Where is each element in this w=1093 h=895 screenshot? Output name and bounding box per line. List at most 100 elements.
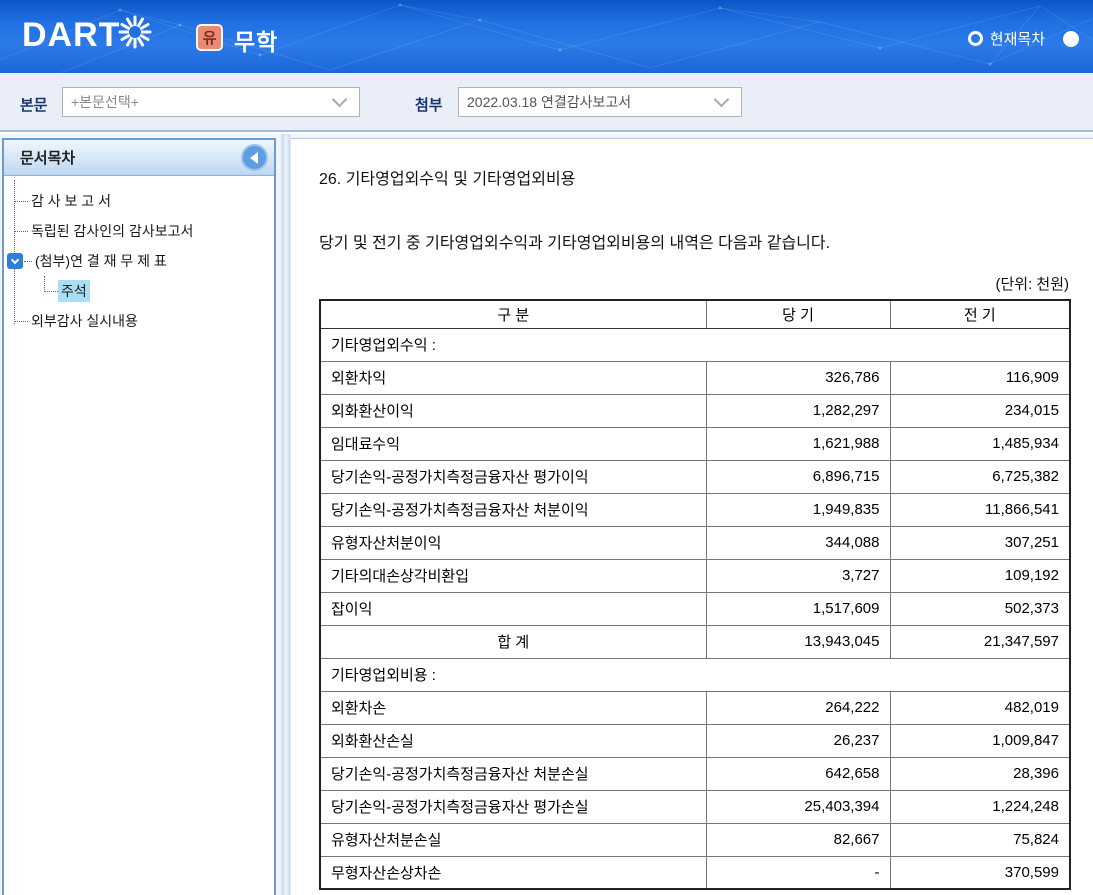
dart-logo[interactable]: DART: [22, 15, 154, 55]
previous-period-value-cell: 502,373: [889, 591, 1071, 626]
previous-period-value-cell: 307,251: [889, 525, 1071, 560]
row-label-cell: 외화환산손실: [319, 723, 707, 758]
dart-logo-text: DART: [22, 16, 121, 54]
table-row: 기타영업외수익 :: [319, 327, 1071, 362]
current-period-value-cell: 26,237: [705, 723, 891, 758]
header-mesh-pattern: [0, 3, 1093, 73]
table-row: 당기손익-공정가치측정금융자산 평가이익 6,896,715 6,725,382: [319, 459, 1071, 494]
toc-tree: 감 사 보 고 서독립된 감사인의 감사보고서 (첨부)연 결 재 무 제 표주석…: [4, 176, 274, 336]
row-label-cell: 무형자산손상차손: [319, 855, 707, 890]
body-select-value: +본문선택+: [71, 94, 139, 110]
previous-period-value-cell: 1,224,248: [889, 789, 1071, 824]
table-row: 외환차익 326,786 116,909: [319, 360, 1071, 395]
current-period-value-cell: 82,667: [705, 822, 891, 857]
section-description: 당기 및 전기 중 기타영업외수익과 기타영업외비용의 내역은 다음과 같습니다…: [319, 235, 831, 252]
table-row: 잡이익 1,517,609 502,373: [319, 591, 1071, 626]
current-period-value-cell: 642,658: [705, 756, 891, 791]
column-header: 당 기: [705, 299, 891, 329]
financial-table: 구 분당 기전 기 기타영업외수익 : 외환차익 326,786 116,909 외화환…: [319, 299, 1071, 890]
previous-period-value-cell: 1,009,847: [889, 723, 1071, 758]
row-label-cell: 당기손익-공정가치측정금융자산 처분손실: [319, 756, 707, 791]
current-period-value-cell: 1,517,609: [705, 591, 891, 626]
table-body: 기타영업외수익 : 외환차익 326,786 116,909 외화환산이익 1,282,2…: [319, 327, 1071, 890]
table-row: 외화환산이익 1,282,297 234,015: [319, 393, 1071, 428]
app-header: DART 유 무학 현재목차: [0, 0, 1093, 73]
sidebar-header: 문서목차: [4, 140, 274, 176]
tree-branch-stub: [15, 230, 28, 232]
document-toolbar: 본문 +본문선택+ 첨부 2022.03.18 연결감사보고서: [0, 73, 1093, 132]
row-label-cell: 임대료수익: [319, 426, 707, 461]
table-row: 무형자산손상차손 -370,599: [319, 855, 1071, 890]
dart-viewer-page: DART 유 무학 현재목차 본문 +본문선택+ 첨부 2022.03.18 연…: [0, 0, 1093, 895]
row-label-cell: 외환차익: [319, 360, 707, 395]
previous-period-value-cell: 482,019: [889, 690, 1071, 725]
row-label-cell: 외환차손: [319, 690, 707, 725]
previous-period-value-cell: 370,599: [889, 855, 1071, 890]
full-toc-radio[interactable]: [1063, 30, 1079, 47]
table-row: 당기손익-공정가치측정금융자산 처분이익 1,949,835 11,866,541: [319, 492, 1071, 527]
expand-collapse-icon[interactable]: [7, 253, 23, 269]
current-period-value-cell: 1,621,988: [705, 426, 891, 461]
workspace: 문서목차 감 사 보 고 서독립된 감사인의 감사보고서 (첨부)연 결 재 무 …: [0, 134, 1093, 895]
table-row: 외환차손 264,222 482,019: [319, 690, 1071, 725]
toc-item-label[interactable]: 독립된 감사인의 감사보고서: [28, 220, 196, 242]
column-header: 전 기: [889, 299, 1071, 329]
previous-period-value-cell: 1,485,934: [889, 426, 1071, 461]
current-toc-radio[interactable]: [967, 31, 983, 46]
toc-radio-group: 현재목차: [967, 28, 1079, 49]
current-period-value-cell: 3,727: [705, 558, 891, 593]
previous-period-value-cell: 21,347,597: [889, 624, 1071, 659]
market-type-badge: 유: [196, 24, 223, 51]
row-label-cell: 당기손익-공정가치측정금융자산 평가이익: [319, 459, 707, 494]
document-body: 26. 기타영업외수익 및 기타영업외비용 당기 및 전기 중 기타영업외수익과…: [291, 165, 1093, 890]
table-header-row: 구 분당 기전 기: [319, 299, 1071, 329]
tree-branch-stub: [15, 200, 28, 202]
table-row: 임대료수익 1,621,988 1,485,934: [319, 426, 1071, 461]
panel-splitter[interactable]: [280, 134, 291, 895]
body-select-dropdown[interactable]: +본문선택+: [62, 87, 360, 117]
toc-item-label[interactable]: 주석: [58, 280, 90, 302]
table-header: 구 분당 기전 기: [319, 299, 1071, 329]
toc-item-label[interactable]: 외부감사 실시내용: [28, 310, 141, 332]
body-select-label: 본문: [20, 97, 48, 114]
toc-item-label[interactable]: 감 사 보 고 서: [28, 190, 114, 212]
row-label-cell: 당기손익-공정가치측정금융자산 처분이익: [319, 492, 707, 527]
table-row: 외화환산손실 26,237 1,009,847: [319, 723, 1071, 758]
toc-tree-item: (첨부)연 결 재 무 제 표: [4, 246, 274, 276]
row-label-cell: 당기손익-공정가치측정금융자산 평가손실: [319, 789, 707, 824]
previous-period-value-cell: 6,725,382: [889, 459, 1071, 494]
current-period-value-cell: 1,282,297: [705, 393, 891, 428]
toc-item-label[interactable]: (첨부)연 결 재 무 제 표: [32, 250, 170, 272]
table-row: 유형자산처분이익 344,088 307,251: [319, 525, 1071, 560]
previous-period-value-cell: 28,396: [889, 756, 1071, 791]
tree-branch-stub: [15, 320, 28, 322]
unit-note: (단위: 천원): [995, 276, 1069, 293]
current-period-value-cell: 6,896,715: [705, 459, 891, 494]
section-title: 26. 기타영업외수익 및 기타영업외비용: [319, 171, 576, 188]
company-name: 무학: [234, 29, 279, 55]
table-row: 당기손익-공정가치측정금융자산 처분손실 642,658 28,396: [319, 756, 1071, 791]
row-label-cell: 외화환산이익: [319, 393, 707, 428]
document-toc-sidebar: 문서목차 감 사 보 고 서독립된 감사인의 감사보고서 (첨부)연 결 재 무 …: [2, 138, 276, 895]
current-toc-radio-label[interactable]: 현재목차: [990, 28, 1045, 49]
chevron-down-icon: [331, 91, 348, 107]
document-content-pane: 26. 기타영업외수익 및 기타영업외비용 당기 및 전기 중 기타영업외수익과…: [291, 138, 1093, 895]
dart-logo-swirl-icon: [118, 15, 152, 48]
section-header-cell: 기타영업외비용 :: [319, 657, 1071, 692]
table-row: 유형자산처분손실 82,667 75,824: [319, 822, 1071, 857]
sidebar-collapse-button[interactable]: [241, 144, 268, 171]
table-row: 기타영업외비용 :: [319, 657, 1071, 692]
toc-tree-item: 독립된 감사인의 감사보고서: [4, 216, 274, 246]
current-period-value-cell: 1,949,835: [705, 492, 891, 527]
column-header: 구 분: [319, 299, 707, 329]
tree-branch-stub: [24, 260, 32, 262]
attachment-select-dropdown[interactable]: 2022.03.18 연결감사보고서: [458, 87, 742, 117]
sidebar-title: 문서목차: [20, 150, 76, 167]
current-period-value-cell: -: [705, 855, 891, 890]
row-label-cell: 유형자산처분이익: [319, 525, 707, 560]
current-period-value-cell: 13,943,045: [705, 624, 891, 659]
current-period-value-cell: 326,786: [705, 360, 891, 395]
toc-tree-item: 주석: [4, 276, 274, 306]
toc-tree-item: 외부감사 실시내용: [4, 306, 274, 336]
previous-period-value-cell: 116,909: [889, 360, 1071, 395]
